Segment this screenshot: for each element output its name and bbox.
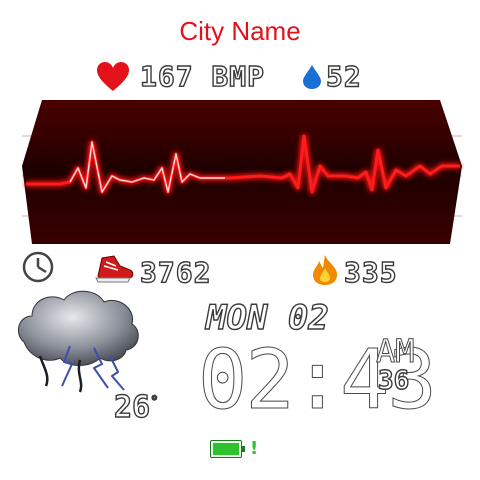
battery-tip <box>242 446 245 452</box>
date-label: MON 02 <box>205 297 329 338</box>
battery-level-fill <box>213 443 239 455</box>
storm-cloud-icon <box>17 290 139 393</box>
degree-symbol: ° <box>149 393 159 410</box>
steps-value: 3762 <box>139 255 212 289</box>
calories-value: 335 <box>343 255 398 289</box>
temperature-number: 26 <box>113 389 151 425</box>
drop-icon <box>303 65 321 89</box>
battery-icon <box>210 440 242 458</box>
temperature-value: 26° <box>113 389 159 425</box>
heart-icon <box>97 62 129 91</box>
battery-indicator: ! <box>250 438 259 459</box>
flame-icon <box>313 255 338 285</box>
clock-icon <box>22 251 54 283</box>
humidity-value: 52 <box>325 59 362 93</box>
seconds-display: 36 <box>377 365 410 396</box>
heart-rate-value: 167 BMP <box>139 59 266 93</box>
watch-face: City Name 167 BMP 52 3762 335 26° MON 02… <box>0 0 480 480</box>
shoe-icon <box>95 255 134 283</box>
city-name: City Name <box>179 16 301 46</box>
heartbeat-banner <box>22 100 462 244</box>
am-pm-indicator: AM <box>376 332 416 371</box>
